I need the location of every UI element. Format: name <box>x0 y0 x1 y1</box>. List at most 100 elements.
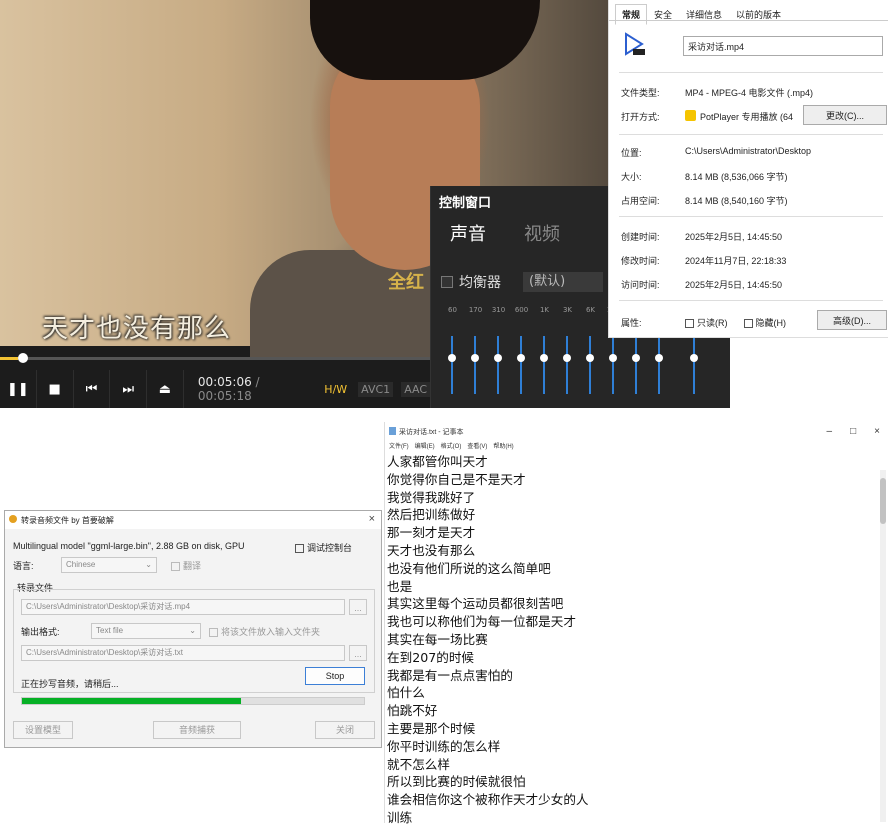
eq-frequency-label: 3K <box>562 306 573 314</box>
equalizer-label: 均衡器 <box>459 275 501 291</box>
hidden-checkbox[interactable]: 隐藏(H) <box>743 316 786 329</box>
equalizer-sliders[interactable] <box>441 336 730 396</box>
eq-slider-track[interactable] <box>693 336 695 394</box>
seek-handle[interactable] <box>18 353 28 363</box>
eq-slider-knob[interactable] <box>517 354 525 362</box>
close-button[interactable]: 关闭 <box>315 721 375 739</box>
eq-slider-knob[interactable] <box>586 354 594 362</box>
pause-button[interactable]: ❚❚ <box>0 370 37 408</box>
eq-slider-knob[interactable] <box>494 354 502 362</box>
transcribe-dialog: 转录音频文件 by 首要破解 × Multilingual model "ggm… <box>4 510 382 748</box>
previous-button[interactable]: ⏮ <box>74 370 111 408</box>
readonly-checkbox[interactable]: 只读(R) <box>685 316 728 329</box>
language-select[interactable]: Chinese ⌄ <box>61 557 157 573</box>
same-folder-checkbox[interactable]: 将该文件放入输入文件夹 <box>209 625 320 638</box>
text-line: 然后把训练做好 <box>387 507 476 523</box>
location-row: 位置: C:\Users\Administrator\Desktop <box>621 146 883 159</box>
debug-console-checkbox[interactable]: 调试控制台 <box>295 541 352 554</box>
text-line: 其实在每一场比赛 <box>387 631 488 647</box>
text-line: 我也可以称他们为每一位都是天才 <box>387 614 576 630</box>
row-value: 2025年2月5日, 14:45:50 <box>685 232 783 242</box>
tab-general[interactable]: 常规 <box>615 4 648 25</box>
eject-button[interactable]: ⏏ <box>147 370 184 408</box>
menu-view[interactable]: 查看(V) <box>467 441 487 450</box>
video-codec-badge[interactable]: AVC1 <box>358 381 394 397</box>
eq-slider-track[interactable] <box>543 336 545 394</box>
text-line: 所以到比赛的时候就很怕 <box>387 774 526 790</box>
row-value: 8.14 MB (8,536,066 字节) <box>685 172 788 182</box>
next-button[interactable]: ⏭ <box>110 370 148 408</box>
close-icon[interactable]: × <box>369 513 375 525</box>
output-path-field[interactable]: C:\Users\Administrator\Desktop\采访对话.txt <box>21 645 345 661</box>
eq-slider-track[interactable] <box>658 336 660 394</box>
setup-model-button[interactable]: 设置模型 <box>13 721 73 739</box>
eq-slider-track[interactable] <box>566 336 568 394</box>
browse-input-button[interactable]: ... <box>349 599 367 615</box>
eq-slider-knob[interactable] <box>563 354 571 362</box>
advanced-button[interactable]: 高级(D)... <box>817 310 887 330</box>
row-label: 大小: <box>621 172 642 182</box>
tab-divider <box>609 20 888 21</box>
eq-slider-track[interactable] <box>635 336 637 394</box>
notepad-text-area[interactable]: 人家都管你叫天才 你觉得你自己是不是天才 我觉得我跳好了 然后把训练做好 那一刻才是天才… <box>387 453 877 827</box>
model-info: Multilingual model "ggml-large.bin", 2.8… <box>13 541 245 551</box>
equalizer-preset-select[interactable]: (默认) <box>523 272 603 292</box>
menu-format[interactable]: 格式(O) <box>441 441 462 450</box>
change-button[interactable]: 更改(C)... <box>803 105 887 125</box>
vertical-scrollbar[interactable] <box>880 470 886 822</box>
equalizer-row: 均衡器 (默认) <box>441 272 603 292</box>
tab-security[interactable]: 安全 <box>647 4 679 25</box>
divider <box>619 72 883 73</box>
tab-video[interactable]: 视频 <box>505 216 579 254</box>
tab-previous-versions[interactable]: 以前的版本 <box>729 4 788 25</box>
minimize-icon[interactable]: – <box>827 426 833 437</box>
eq-slider-knob[interactable] <box>632 354 640 362</box>
eq-slider-track[interactable] <box>474 336 476 394</box>
text-line: 我都是有一点点害怕的 <box>387 667 513 683</box>
input-path-field[interactable]: C:\Users\Administrator\Desktop\采访对话.mp4 <box>21 599 345 615</box>
eq-frequency-label: 1K <box>539 306 550 314</box>
time-current: 00:05:06 <box>197 375 252 389</box>
eq-slider-knob[interactable] <box>655 354 663 362</box>
translate-checkbox[interactable]: 翻译 <box>171 559 201 572</box>
text-line: 训练 <box>387 809 413 825</box>
eq-slider-track[interactable] <box>497 336 499 394</box>
divider <box>619 134 883 135</box>
tab-details[interactable]: 详细信息 <box>679 4 729 25</box>
scrollbar-thumb[interactable] <box>880 478 886 524</box>
eq-slider-track[interactable] <box>520 336 522 394</box>
hw-badge[interactable]: H/W <box>321 382 350 397</box>
eq-slider-track[interactable] <box>451 336 453 394</box>
row-label: 位置: <box>621 148 642 158</box>
stop-button[interactable]: Stop <box>305 667 365 685</box>
eq-slider-knob[interactable] <box>471 354 479 362</box>
eq-slider-knob[interactable] <box>690 354 698 362</box>
time-total: 00:05:18 <box>197 389 252 403</box>
audio-capture-button[interactable]: 音频捕获 <box>153 721 241 739</box>
text-line: 你平时训练的怎么样 <box>387 738 501 754</box>
format-select[interactable]: Text file ⌄ <box>91 623 201 639</box>
eq-slider-knob[interactable] <box>540 354 548 362</box>
tab-audio[interactable]: 声音 <box>431 216 505 254</box>
eq-slider-track[interactable] <box>589 336 591 394</box>
browse-output-button[interactable]: ... <box>349 645 367 661</box>
eq-slider-knob[interactable] <box>609 354 617 362</box>
text-line: 天才也没有那么 <box>387 542 476 558</box>
eq-slider-track[interactable] <box>612 336 614 394</box>
close-icon[interactable]: × <box>874 426 880 437</box>
progress-fill <box>22 698 241 704</box>
stop-button[interactable]: ■ <box>37 370 74 408</box>
checkbox-box <box>743 319 753 329</box>
menu-help[interactable]: 帮助(H) <box>493 441 513 450</box>
media-file-icon <box>625 32 645 56</box>
eq-frequency-label: 310 <box>491 306 506 314</box>
eq-slider-knob[interactable] <box>448 354 456 362</box>
eq-frequency-label: 600 <box>514 306 529 314</box>
filename-field[interactable]: 采访对话.mp4 <box>683 36 883 56</box>
menu-edit[interactable]: 编辑(E) <box>415 441 435 450</box>
equalizer-checkbox[interactable] <box>441 276 453 288</box>
audio-codec-badge[interactable]: AAC <box>401 381 431 397</box>
format-label: 输出格式: <box>21 627 60 637</box>
maximize-icon[interactable]: □ <box>850 426 856 437</box>
menu-file[interactable]: 文件(F) <box>389 441 409 450</box>
